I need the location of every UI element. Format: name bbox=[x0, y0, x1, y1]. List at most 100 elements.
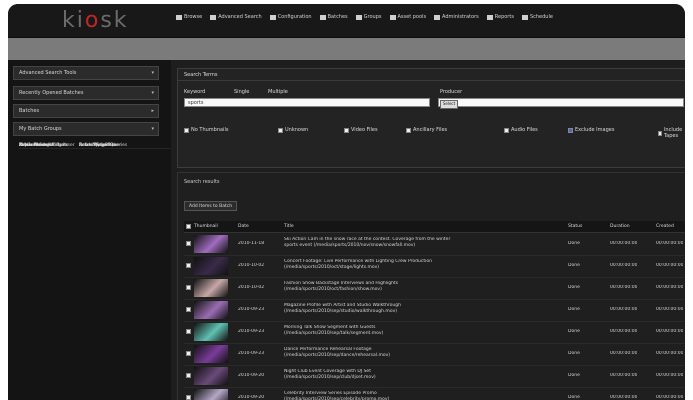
column-date[interactable]: Date bbox=[238, 224, 249, 229]
video-thumbnail[interactable] bbox=[194, 345, 228, 363]
sidebar-panel-advanced-search-tools[interactable]: Advanced Search Tools ▾ bbox=[13, 66, 159, 80]
video-thumbnail[interactable] bbox=[194, 279, 228, 297]
column-status[interactable]: Status bbox=[568, 224, 582, 229]
nav-item-label: Advanced Search bbox=[218, 14, 262, 20]
folder-icon bbox=[355, 14, 362, 20]
nav-item-4[interactable]: Groups bbox=[355, 14, 382, 20]
checkbox-icon[interactable] bbox=[184, 127, 189, 133]
row-checkbox[interactable] bbox=[186, 395, 191, 400]
filter-label: Ancillary Files bbox=[413, 127, 448, 133]
chevron-down-icon[interactable]: ▾ bbox=[151, 90, 154, 96]
duration-cell: 00:00:00:00 bbox=[610, 307, 638, 312]
video-thumbnail[interactable] bbox=[194, 301, 228, 319]
sidebar-panel-recent-batches[interactable]: Recently Opened Batches ▾ bbox=[13, 86, 159, 100]
created-cell: 00:00:00:00 bbox=[656, 351, 684, 356]
title-cell: Ski Action Cam in the snow race at the c… bbox=[284, 237, 451, 248]
column-duration[interactable]: Duration bbox=[610, 224, 630, 229]
date-cell: 2010-09-20 bbox=[238, 373, 265, 378]
checkbox-icon[interactable] bbox=[658, 130, 662, 136]
table-row[interactable]: 2010-09-20 Night Club Event Coverage with… bbox=[184, 365, 685, 388]
table-row[interactable]: 2010-11-18 Ski Action Cam in the snow rac… bbox=[184, 233, 685, 256]
title-cell: Night Club Event Coverage with DJ Set (/… bbox=[284, 369, 376, 380]
nav-item-label: Administrators bbox=[442, 14, 479, 20]
checkbox-icon[interactable] bbox=[278, 127, 283, 133]
row-checkbox[interactable] bbox=[186, 263, 191, 268]
table-row[interactable]: 2010-09-23 Morning Talk Show Segment with… bbox=[184, 321, 685, 344]
nav-item-1[interactable]: Advanced Search bbox=[210, 14, 262, 20]
table-row[interactable]: 2010-09-23 Magazine Profile with Artist a… bbox=[184, 299, 685, 322]
filter-checkbox-4[interactable]: Audio Files bbox=[504, 127, 538, 133]
single-label[interactable]: Single bbox=[234, 89, 249, 95]
add-items-to-batch-button[interactable]: Add Items to Batch bbox=[184, 201, 238, 211]
nav-item-7[interactable]: Reports bbox=[486, 14, 514, 20]
chevron-down-icon[interactable]: ▾ bbox=[151, 126, 154, 132]
producer-label: Producer bbox=[440, 89, 463, 95]
column-thumbnail[interactable]: Thumbnail bbox=[194, 224, 218, 229]
nav-item-6[interactable]: Administrators bbox=[434, 14, 479, 20]
status-cell: Done bbox=[568, 241, 580, 246]
filter-checkbox-6[interactable]: Include Tapes bbox=[658, 127, 685, 139]
nav-item-label: Asset pools bbox=[397, 14, 427, 20]
filter-checkbox-1[interactable]: Unknown bbox=[278, 127, 308, 133]
date-cell: 2010-09-23 bbox=[238, 351, 265, 356]
report-icon bbox=[486, 14, 493, 20]
duration-cell: 00:00:00:00 bbox=[610, 241, 638, 246]
video-thumbnail[interactable] bbox=[194, 367, 228, 385]
sidebar-panel-my-batch-groups[interactable]: My Batch Groups ▾ bbox=[13, 122, 159, 136]
sidebar-panel-batches[interactable]: Batches ▸ bbox=[13, 104, 159, 118]
chevron-down-icon[interactable]: ▾ bbox=[151, 70, 154, 76]
checkbox-icon[interactable] bbox=[568, 127, 573, 133]
duration-cell: 00:00:00:00 bbox=[610, 395, 638, 400]
top-navigation-bar: kiosk Browse Advanced Search Configuration… bbox=[8, 4, 685, 38]
producer-input[interactable] bbox=[438, 98, 684, 107]
nav-item-0[interactable]: Browse bbox=[176, 14, 202, 20]
checkbox-icon[interactable] bbox=[504, 127, 509, 133]
search-icon bbox=[210, 14, 217, 20]
nav-item-8[interactable]: Schedule bbox=[521, 14, 553, 20]
nav-item-5[interactable]: Asset pools bbox=[389, 14, 427, 20]
table-row[interactable]: 2010-09-20 Celebrity Interview Series Epi… bbox=[184, 387, 685, 400]
row-checkbox[interactable] bbox=[186, 307, 191, 312]
row-checkbox[interactable] bbox=[186, 285, 191, 290]
table-row[interactable]: 2010-09-23 Dance Performance Rehearsal Fo… bbox=[184, 343, 685, 366]
filter-label: Exclude Images bbox=[575, 127, 615, 133]
nav-item-3[interactable]: Batches bbox=[319, 14, 348, 20]
chevron-right-icon[interactable]: ▸ bbox=[151, 108, 154, 114]
column-created[interactable]: Created bbox=[656, 224, 674, 229]
video-thumbnail[interactable] bbox=[194, 323, 228, 341]
select-all-checkbox[interactable] bbox=[186, 224, 191, 231]
status-cell: Done bbox=[568, 351, 580, 356]
video-thumbnail[interactable] bbox=[194, 235, 228, 253]
checkbox-icon[interactable] bbox=[344, 127, 349, 133]
status-cell: Done bbox=[568, 395, 580, 400]
filter-checkbox-2[interactable]: Video Files bbox=[344, 127, 378, 133]
row-checkbox[interactable] bbox=[186, 241, 191, 246]
video-thumbnail[interactable] bbox=[194, 257, 228, 275]
row-checkbox[interactable] bbox=[186, 351, 191, 356]
created-cell: 00:00:00:00 bbox=[656, 395, 684, 400]
nav-item-2[interactable]: Configuration bbox=[269, 14, 312, 20]
title-cell: Dance Performance Rehearsal Footage (/me… bbox=[284, 347, 390, 358]
list-icon bbox=[319, 14, 326, 20]
status-cell: Done bbox=[568, 373, 580, 378]
filter-checkbox-0[interactable]: No Thumbnails bbox=[184, 127, 228, 133]
row-checkbox[interactable] bbox=[186, 329, 191, 334]
producer-select-button[interactable]: Select bbox=[440, 100, 458, 109]
filter-label: No Thumbnails bbox=[191, 127, 229, 133]
column-title[interactable]: Title bbox=[284, 224, 294, 229]
created-cell: 00:00:00:00 bbox=[656, 373, 684, 378]
keyword-input[interactable]: sports bbox=[184, 98, 430, 107]
video-thumbnail[interactable] bbox=[194, 389, 228, 400]
title-cell: Morning Talk Show Segment with Guests (/… bbox=[284, 325, 384, 336]
checkbox-icon[interactable] bbox=[406, 127, 411, 133]
row-checkbox[interactable] bbox=[186, 373, 191, 378]
status-cell: Done bbox=[568, 285, 580, 290]
multiple-label[interactable]: Multiple bbox=[268, 89, 288, 95]
filter-checkbox-5[interactable]: Exclude Images bbox=[568, 127, 614, 133]
batch-group-keyword: Batch Browser bbox=[19, 142, 52, 148]
table-row[interactable]: 2010-10-02 Concert Footage: Live Performa… bbox=[184, 255, 685, 278]
filter-checkbox-3[interactable]: Ancillary Files bbox=[406, 127, 447, 133]
sidebar-panel-label: Recently Opened Batches bbox=[19, 90, 84, 96]
table-row[interactable]: 2010-10-02 Fashion Show Backstage Intervi… bbox=[184, 277, 685, 300]
kiosk-logo[interactable]: kiosk bbox=[62, 8, 129, 33]
